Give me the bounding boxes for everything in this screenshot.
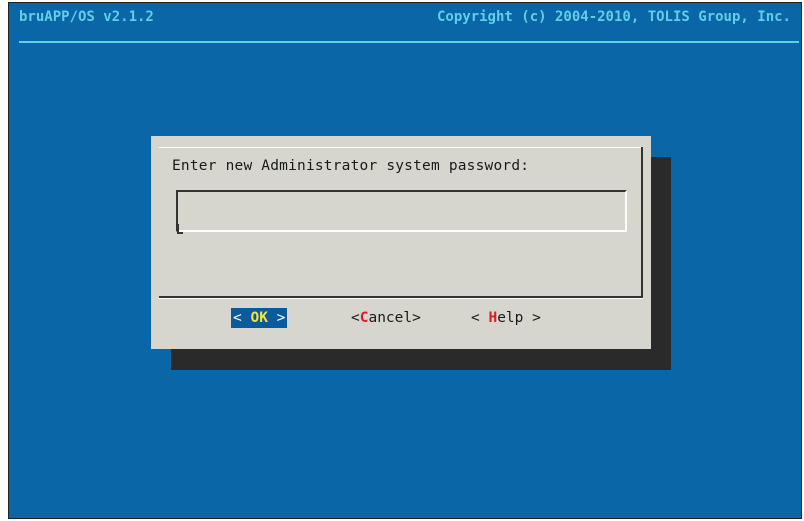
help-button[interactable]: < Help >: [471, 308, 541, 328]
password-prompt: Enter new Administrator system password:: [172, 158, 530, 174]
password-dialog: Enter new Administrator system password:…: [151, 136, 651, 349]
help-button-left: <: [471, 310, 489, 326]
title-divider: [19, 41, 799, 43]
terminal-screen: bruAPP/OS v2.1.2 Copyright (c) 2004-2010…: [8, 2, 802, 519]
dialog-frame-edge: [641, 147, 643, 297]
app-title: bruAPP/OS v2.1.2: [19, 9, 154, 25]
cancel-button-left: <: [351, 310, 360, 326]
dialog-frame: [159, 147, 643, 148]
ok-button-left-bracket: <: [233, 310, 251, 326]
text-cursor: [177, 224, 183, 234]
ok-button[interactable]: < OK >: [231, 308, 288, 328]
help-button-rest: elp >: [497, 310, 541, 326]
ok-button-right-bracket: >: [267, 310, 286, 326]
cancel-button[interactable]: <Cancel>: [351, 308, 421, 328]
ok-button-label: OK: [250, 310, 268, 326]
title-bar: bruAPP/OS v2.1.2 Copyright (c) 2004-2010…: [19, 7, 791, 27]
help-button-hotkey: H: [488, 310, 498, 326]
cancel-button-rest: ancel>: [368, 310, 421, 326]
password-input[interactable]: [178, 192, 625, 230]
button-row: < OK > <Cancel> < Help >: [151, 308, 651, 328]
button-area-divider-highlight: [159, 298, 643, 299]
copyright-notice: Copyright (c) 2004-2010, TOLIS Group, In…: [436, 9, 791, 25]
password-field-frame: [176, 190, 627, 234]
